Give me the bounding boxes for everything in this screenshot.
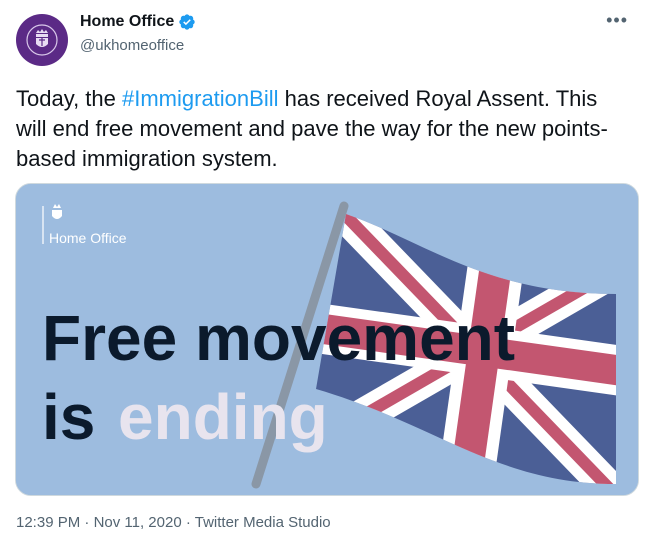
meta-separator: · xyxy=(181,514,195,531)
meta-separator: · xyxy=(80,514,94,531)
tweet-meta: 12:39 PM · Nov 11, 2020 · Twitter Media … xyxy=(16,514,331,531)
hashtag-link[interactable]: #ImmigrationBill xyxy=(122,86,279,111)
headline-line1: Free movement xyxy=(42,302,515,374)
account-name-row: Home Office xyxy=(80,13,196,31)
avatar[interactable] xyxy=(16,14,68,66)
crest-icon xyxy=(26,24,58,56)
logo-text: Home Office xyxy=(49,230,127,246)
media-graphic: Home Office Free movement is ending xyxy=(16,184,638,495)
headline-line2-ending: ending xyxy=(118,381,328,453)
media-image[interactable]: Home Office Free movement is ending xyxy=(15,183,639,496)
tweet-text: Today, the #ImmigrationBill has received… xyxy=(16,84,631,174)
tweet-date[interactable]: Nov 11, 2020 xyxy=(94,514,182,531)
display-name[interactable]: Home Office xyxy=(80,13,174,31)
verified-badge-icon xyxy=(179,14,195,30)
tweet-source: Twitter Media Studio xyxy=(194,514,331,531)
tweet-text-before: Today, the xyxy=(16,86,122,111)
tweet-time[interactable]: 12:39 PM xyxy=(16,514,80,531)
account-handle[interactable]: @ukhomeoffice xyxy=(80,37,184,54)
headline-line2-is: is xyxy=(42,381,95,453)
more-icon[interactable]: ••• xyxy=(606,10,628,31)
